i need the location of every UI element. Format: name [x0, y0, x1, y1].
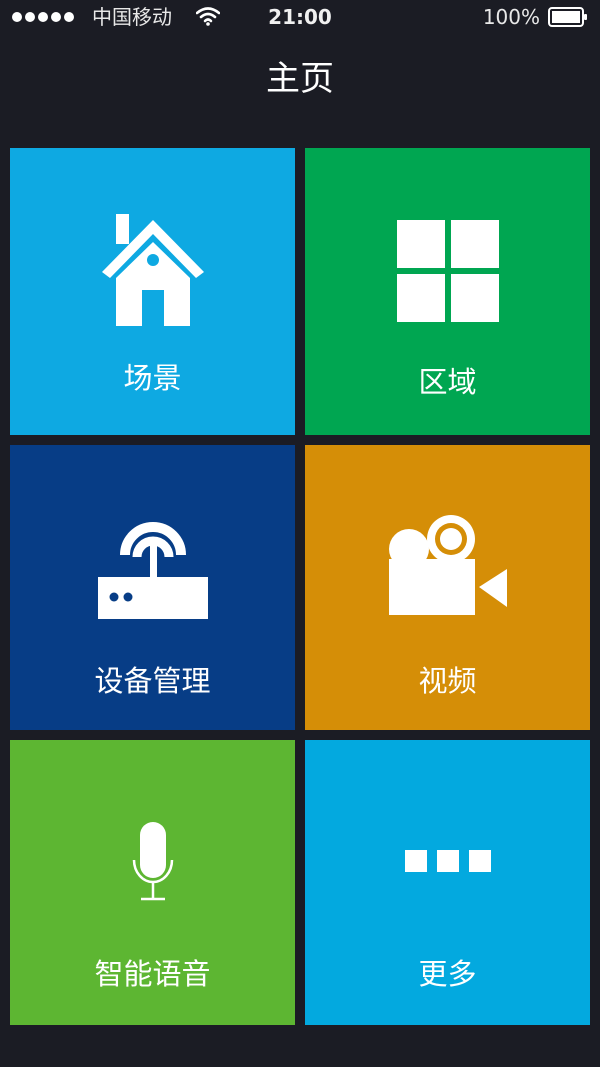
tile-smart-voice-label: 智能语音	[94, 957, 211, 991]
header: 主页	[0, 54, 600, 104]
carrier-name: 中国移动	[92, 5, 172, 29]
tile-video-label: 视频	[418, 664, 477, 698]
tile-video[interactable]: 视频	[305, 445, 590, 730]
battery-percentage: 100%	[482, 5, 540, 29]
tile-smart-voice[interactable]: 智能语音	[10, 740, 295, 1025]
page-title: 主页	[266, 59, 334, 99]
router-icon	[97, 522, 208, 619]
more-icon	[404, 850, 491, 872]
house-icon	[101, 214, 204, 326]
tile-device-management-label: 设备管理	[94, 664, 211, 698]
signal-strength-icon	[12, 12, 74, 22]
tile-scene-label: 场景	[123, 361, 182, 395]
tile-more[interactable]: 更多	[305, 740, 590, 1025]
video-camera-icon	[388, 515, 507, 615]
tile-device-management[interactable]: 设备管理	[10, 445, 295, 730]
battery-icon	[548, 7, 587, 27]
tile-more-label: 更多	[418, 957, 477, 991]
status-bar: 中国移动 21:00 100%	[0, 0, 600, 34]
tile-area-label: 区域	[418, 365, 477, 399]
wifi-icon	[196, 7, 220, 26]
tile-scene[interactable]: 场景	[10, 148, 295, 435]
microphone-icon	[132, 822, 173, 901]
tile-area[interactable]: 区域	[305, 148, 590, 435]
grid-icon	[396, 220, 499, 322]
